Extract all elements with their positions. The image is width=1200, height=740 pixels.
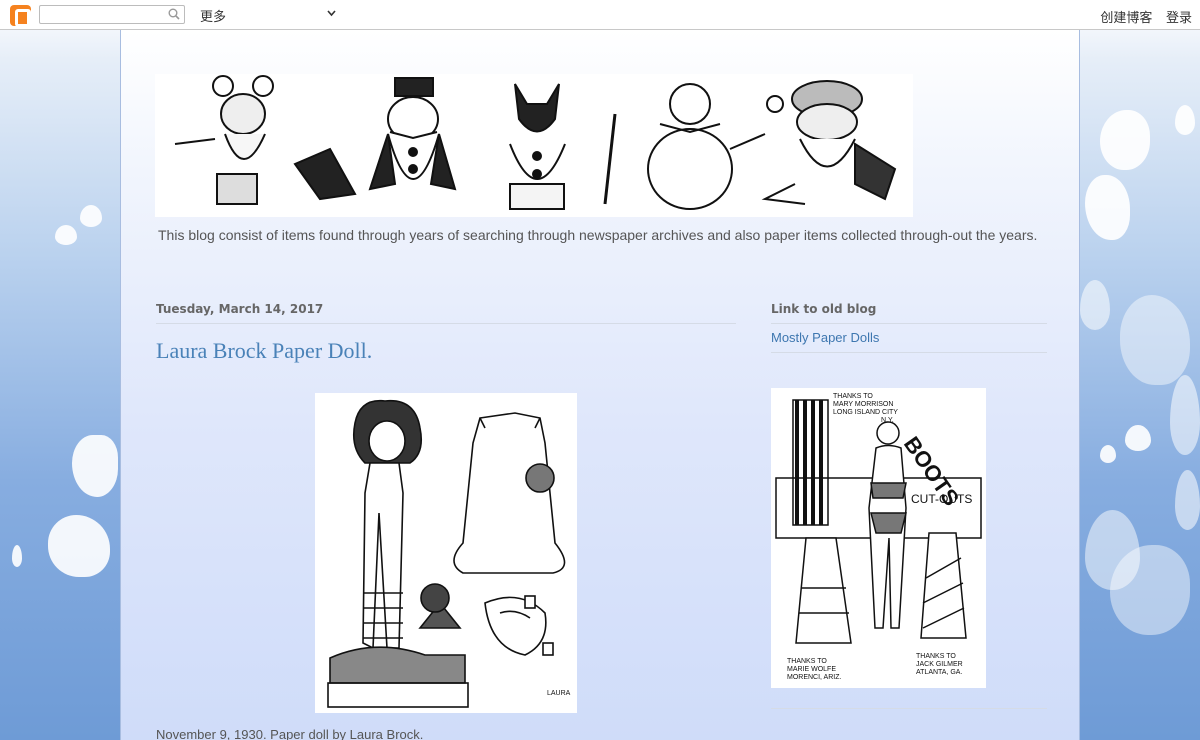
post-paper-doll-image[interactable]: LAURA [315,393,577,713]
svg-text:LAURA: LAURA [547,690,571,697]
sidebar-boots-cutouts-image[interactable]: THANKS TO MARY MORRISON LONG ISLAND CITY… [771,388,986,688]
sidebar-image-thanks-left-1: THANKS TO [787,658,827,665]
more-menu-label: 更多 [200,9,227,24]
post-date-header: Tuesday, March 14, 2017 [156,302,736,324]
sidebar-image-thanks-right-3: ATLANTA, GA. [916,669,962,676]
search-icon[interactable] [168,8,180,20]
sidebar-image-thanks-right-2: JACK GILMER [916,661,963,668]
chevron-down-icon [327,10,336,17]
more-menu[interactable]: 更多 [200,6,340,24]
search-input[interactable] [40,8,160,26]
right-background-flowers [1080,30,1200,740]
blogger-navbar: 更多 创建博客 登录 [0,0,1200,30]
search-box [39,5,185,26]
sidebar-image-thanks-left-3: MORENCI, ARIZ. [787,674,842,681]
blog-description: This blog consist of items found through… [158,227,1038,243]
login-link[interactable]: 登录 [1166,10,1192,25]
sidebar-widget-title: Link to old blog [771,302,1047,324]
navbar-right-links: 创建博客 登录 [1090,7,1192,26]
mostly-paper-dolls-link[interactable]: Mostly Paper Dolls [771,330,1047,353]
sidebar-divider [771,708,1047,709]
blog-header-illustration[interactable] [155,74,913,217]
sidebar-image-cutouts: CUT-OUTS [911,492,972,506]
post-caption: November 9, 1930. Paper doll by Laura Br… [156,727,424,740]
blog-content-column: This blog consist of items found through… [120,30,1080,740]
sidebar-image-thanks-top-2: MARY MORRISON [833,401,893,408]
sidebar-image-thanks-right-1: THANKS TO [916,653,956,660]
post-title-link[interactable]: Laura Brock Paper Doll. [156,338,372,364]
blogger-logo-icon[interactable] [10,5,31,27]
sidebar-image-thanks-top-1: THANKS TO [833,393,873,400]
sidebar-image-thanks-top-3: LONG ISLAND CITY [833,409,898,416]
left-background-flowers [0,30,120,740]
sidebar-image-thanks-left-2: MARIE WOLFE [787,666,836,673]
create-blog-link[interactable]: 创建博客 [1100,10,1152,25]
